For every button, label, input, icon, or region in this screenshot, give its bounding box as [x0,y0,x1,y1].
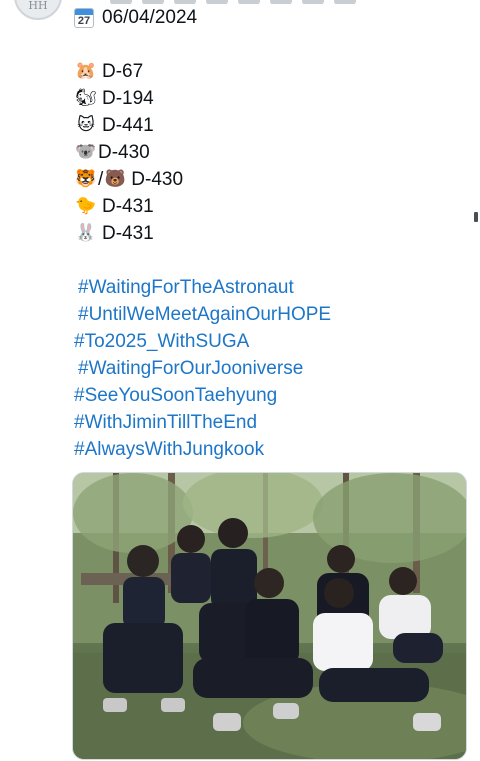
calendar-icon: 27 [74,7,94,28]
squirrel-icon: 🐿 [75,88,97,108]
date-line: 27 06/04/2024 [74,4,470,31]
countdown-text: D-441 [102,115,154,136]
user-avatar[interactable]: HH [14,0,62,20]
bear-face-icon: 🐻 [104,169,126,189]
countdown-line: 🐤 D-431 [74,193,470,220]
tweet-date: 06/04/2024 [102,7,198,28]
hashtag-link[interactable]: #WaitingForTheAstronaut [74,274,470,301]
countdown-text: D-430 [98,142,150,163]
tweet-body: 27 06/04/2024 🐹 D-67 🐿 D-194 🐱 D-441 🐨 D… [74,4,470,463]
countdown-line: 🐿 D-194 [74,85,470,112]
countdown-text: D-194 [102,88,154,109]
hashtag-link[interactable]: #WaitingForOurJooniverse [74,355,470,382]
tiger-face-icon: 🐯 [75,169,97,189]
hamster-face-icon: 🐹 [75,61,97,81]
countdown-line: 🐨 D-430 [74,139,470,166]
cat-face-icon: 🐱 [77,115,95,135]
countdown-text: D-431 [102,223,154,244]
scrollbar-thumb[interactable] [474,212,478,222]
hashtag-link[interactable]: #UntilWeMeetAgainOurHOPE [74,301,470,328]
baby-chick-icon: 🐤 [75,196,97,216]
hashtag-link[interactable]: #To2025_WithSUGA [74,328,470,355]
countdown-text: D-431 [102,196,154,217]
tweet-photo[interactable] [72,472,467,760]
rabbit-face-icon: 🐰 [75,223,97,243]
hashtag-link[interactable]: #SeeYouSoonTaehyung [74,382,470,409]
countdown-line: 🐱 D-441 [74,112,470,139]
koala-icon: 🐨 [75,142,97,162]
countdown-text: D-67 [102,61,144,82]
countdown-line: 🐰 D-431 [74,220,470,247]
countdown-line: 🐹 D-67 [74,58,470,85]
hashtag-link[interactable]: #WithJiminTillTheEnd [74,409,470,436]
group-photo-image [73,473,466,759]
hashtag-link[interactable]: #AlwaysWithJungkook [74,436,470,463]
countdown-line: 🐯 / 🐻 D-430 [74,166,470,193]
countdown-text: D-430 [131,169,184,190]
